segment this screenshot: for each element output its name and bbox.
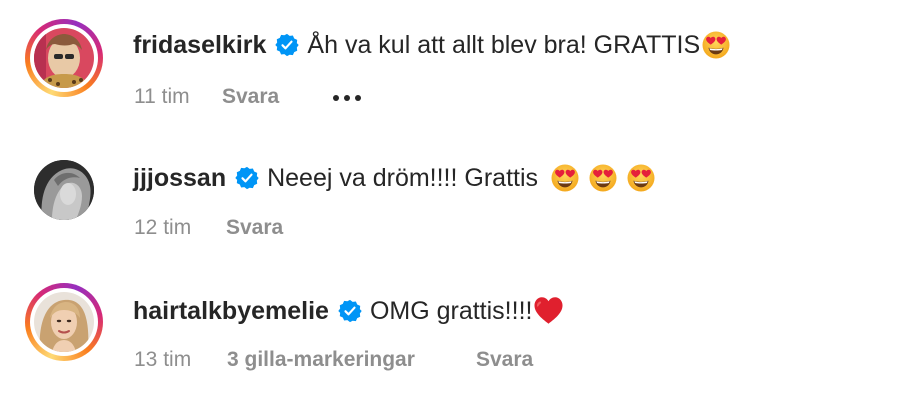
username-link[interactable]: jjjossan [133,163,226,193]
reply-button[interactable]: Svara [476,347,533,373]
avatar-photo-jjjossan [34,160,94,220]
heart-eyes-emoji [701,30,731,60]
more-options-icon[interactable] [332,94,362,102]
avatar-story-ring[interactable] [25,19,103,97]
comment-text-line: jjjossan Neeej va dröm!!!! Grattis [133,163,656,193]
red-heart-emoji [532,294,565,327]
heart-eyes-emoji [626,163,656,193]
comment-timestamp[interactable]: 11 tim [134,84,190,110]
heart-eyes-emoji [588,163,618,193]
avatar[interactable] [34,292,94,352]
avatar-photo-fridaselkirk [34,28,94,88]
reply-button[interactable]: Svara [226,215,283,241]
verified-badge-icon [275,33,299,57]
avatar-story-ring[interactable] [25,283,103,361]
heart-eyes-emoji [550,163,580,193]
comment-text: OMG grattis!!!! [369,296,533,325]
verified-badge-icon [235,166,259,190]
likes-count-link[interactable]: 3 gilla-markeringar [227,347,415,373]
username-link[interactable]: hairtalkbyemelie [133,296,329,326]
comment-timestamp[interactable]: 12 tim [134,215,191,241]
comment-text-line: fridaselkirk Åh va kul att allt blev bra… [133,30,731,60]
avatar-wrapper[interactable] [25,151,103,229]
username-link[interactable]: fridaselkirk [133,30,266,60]
avatar[interactable] [34,160,94,220]
reply-button[interactable]: Svara [222,84,279,110]
verified-badge-icon [338,299,362,323]
avatar[interactable] [34,28,94,88]
comment-text: Neeej va dröm!!!! Grattis [267,164,539,192]
comment-text-line: hairtalkbyemelie OMG grattis!!!! [133,294,565,327]
comment-text: Åh va kul att allt blev bra! GRATTIS [307,31,701,59]
comment-timestamp[interactable]: 13 tim [134,347,191,373]
avatar-photo-hairtalkbyemelie [34,292,94,352]
